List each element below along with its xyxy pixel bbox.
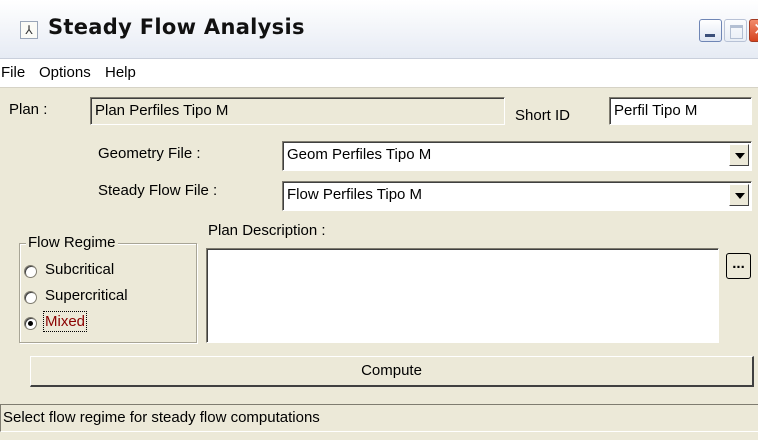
- close-icon[interactable]: [749, 19, 758, 42]
- window-title: Steady Flow Analysis: [48, 15, 305, 39]
- geometry-file-select[interactable]: Geom Perfiles Tipo M: [282, 141, 752, 171]
- steady-flow-file-value: Flow Perfiles Tipo M: [287, 186, 423, 203]
- status-bar: Select flow regime for steady flow compu…: [0, 404, 758, 432]
- steady-flow-file-label: Steady Flow File :: [98, 182, 218, 199]
- maximize-icon[interactable]: [724, 19, 747, 42]
- subcritical-radio[interactable]: [24, 265, 37, 278]
- flow-regime-legend: Flow Regime: [26, 234, 118, 251]
- plan-description-label: Plan Description :: [208, 222, 326, 239]
- description-more-button[interactable]: ...: [726, 253, 751, 279]
- supercritical-label[interactable]: Supercritical: [45, 287, 128, 304]
- short-id-value: Perfil Tipo M: [614, 102, 698, 119]
- title-bar[interactable]: ⅄ Steady Flow Analysis: [0, 0, 758, 59]
- chevron-down-icon[interactable]: [729, 144, 749, 166]
- geometry-file-label: Geometry File :: [98, 145, 201, 162]
- short-id-input[interactable]: Perfil Tipo M: [609, 97, 752, 125]
- plan-label: Plan :: [9, 101, 48, 118]
- menu-bar: File Options Help: [0, 59, 758, 88]
- plan-description-textarea[interactable]: [206, 248, 719, 343]
- supercritical-radio[interactable]: [24, 291, 37, 304]
- chevron-down-icon[interactable]: [729, 184, 749, 206]
- menu-file[interactable]: File: [1, 64, 25, 81]
- minimize-icon[interactable]: [699, 19, 722, 42]
- menu-help[interactable]: Help: [105, 64, 136, 81]
- status-text: Select flow regime for steady flow compu…: [3, 409, 320, 426]
- subcritical-label[interactable]: Subcritical: [45, 261, 114, 278]
- mixed-label[interactable]: Mixed: [42, 311, 88, 332]
- mixed-radio[interactable]: [24, 317, 37, 330]
- app-icon: ⅄: [20, 21, 38, 39]
- steady-flow-file-select[interactable]: Flow Perfiles Tipo M: [282, 181, 752, 211]
- plan-title-field[interactable]: Plan Perfiles Tipo M: [90, 97, 505, 125]
- short-id-label: Short ID: [515, 107, 571, 124]
- compute-button[interactable]: Compute: [30, 356, 754, 387]
- plan-title-value: Plan Perfiles Tipo M: [95, 102, 229, 119]
- geometry-file-value: Geom Perfiles Tipo M: [287, 146, 432, 163]
- menu-options[interactable]: Options: [39, 64, 91, 81]
